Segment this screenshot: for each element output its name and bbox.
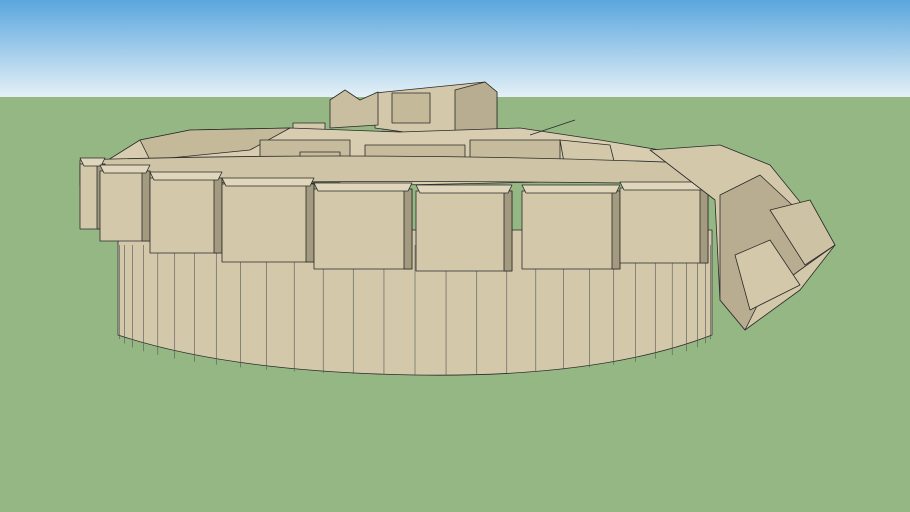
sky [0, 0, 910, 98]
block-side [699, 187, 709, 264]
battlement-block [619, 187, 709, 264]
block-side [503, 190, 513, 272]
block-side [611, 190, 621, 270]
battlement-block [221, 183, 315, 263]
battlement-block [521, 190, 621, 270]
block-top [521, 184, 621, 194]
block-top [149, 171, 223, 181]
block-side [403, 188, 413, 270]
block-top [99, 164, 151, 174]
block-top [313, 182, 413, 192]
block-side [141, 170, 151, 242]
block-top [221, 177, 315, 187]
battlement-block [415, 190, 513, 272]
block-top [415, 184, 513, 194]
3d-viewport[interactable] [0, 0, 910, 512]
block-side [213, 177, 223, 254]
model-render [0, 0, 910, 512]
battlement-block [149, 177, 223, 254]
block-side [305, 183, 315, 263]
battlement-block [313, 188, 413, 270]
